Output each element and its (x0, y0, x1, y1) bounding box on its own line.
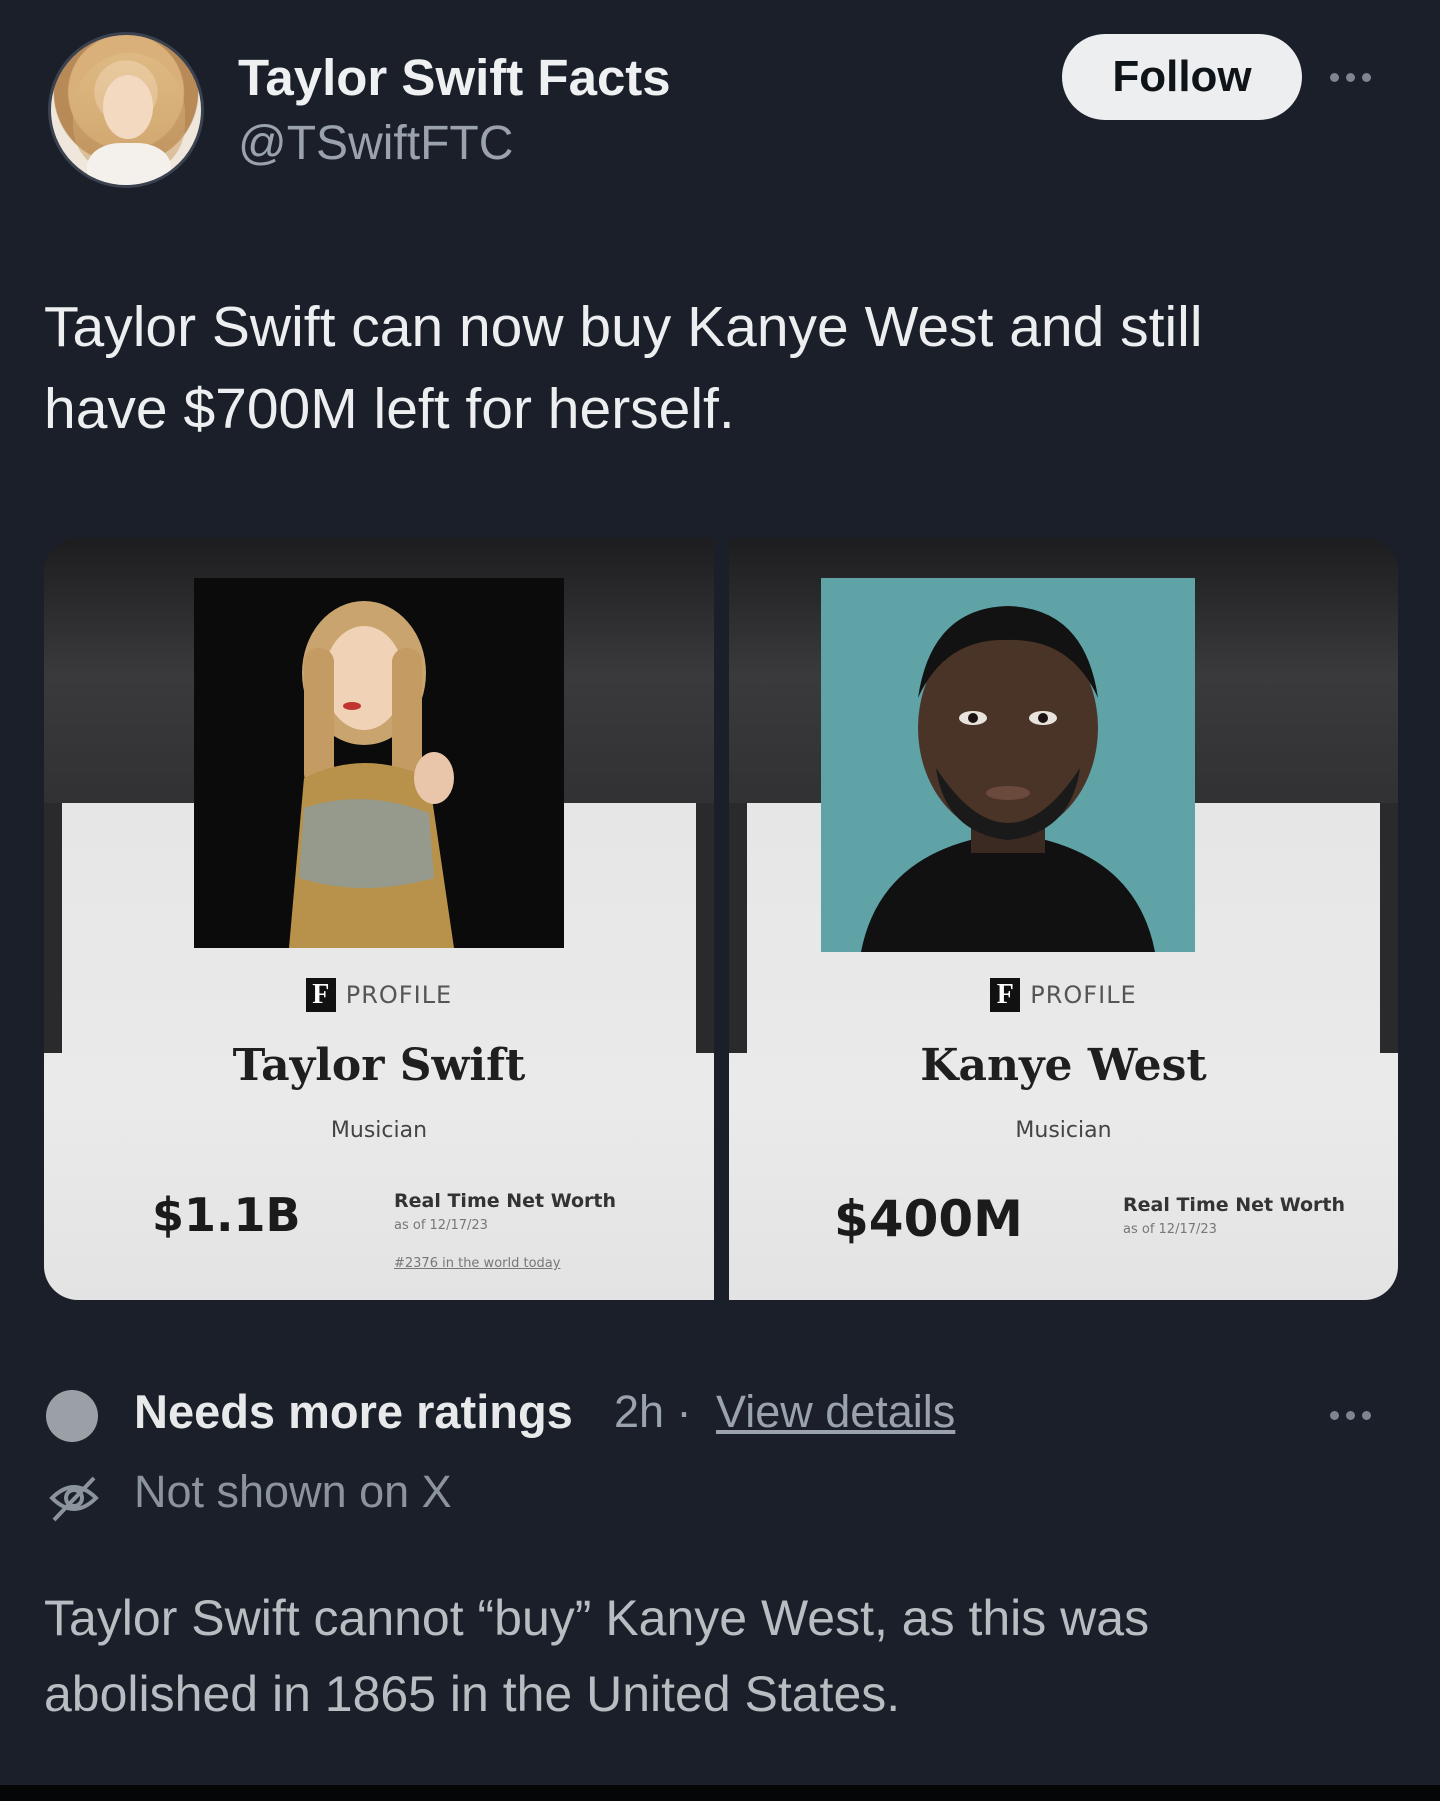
person-name: Taylor Swift (232, 1040, 526, 1091)
note-status: Needs more ratings (134, 1385, 573, 1438)
tweet-text-line: have $700M left for herself. (44, 377, 735, 441)
tweet-media[interactable]: F PROFILE Taylor Swift Musician $1.1B Re… (44, 538, 1398, 1300)
net-worth-value: $1.1B (152, 1188, 301, 1242)
view-details-link[interactable]: View details (716, 1386, 955, 1438)
more-icon[interactable] (1330, 62, 1394, 92)
bottom-edge (0, 1785, 1440, 1801)
profile-label: PROFILE (345, 981, 453, 1009)
tweet-text: Taylor Swift can now buy Kanye West and … (44, 286, 1384, 450)
visibility-text: Not shown on X (134, 1466, 452, 1517)
follow-button[interactable]: Follow (1062, 34, 1302, 120)
note-time: 2h · (614, 1386, 692, 1437)
occupation: Musician (330, 1118, 428, 1143)
profile-label: PROFILE (1030, 981, 1137, 1009)
profile-row: F PROFILE (44, 978, 714, 1012)
forbes-logo-icon: F (990, 978, 1021, 1012)
note-text-line: abolished in 1865 in the United States. (44, 1666, 901, 1722)
avatar-body (87, 143, 171, 185)
author-avatar[interactable] (48, 32, 204, 188)
profile-row: F PROFILE (729, 978, 1398, 1012)
net-worth-date: as of 12/17/23 (394, 1218, 488, 1233)
forbes-logo-icon: F (305, 978, 336, 1012)
kanye-west-photo (821, 578, 1195, 952)
hidden-eye-icon (46, 1470, 102, 1526)
status-dot-icon (46, 1390, 98, 1442)
avatar-face (103, 75, 153, 139)
community-note-text: Taylor Swift cannot “buy” Kanye West, as… (44, 1580, 1404, 1732)
tweet-text-line: Taylor Swift can now buy Kanye West and … (44, 295, 1203, 359)
forbes-card-taylor[interactable]: F PROFILE Taylor Swift Musician $1.1B Re… (44, 538, 714, 1300)
author-name[interactable]: Taylor Swift Facts (238, 48, 671, 107)
net-worth-value: $400M (834, 1190, 1023, 1248)
taylor-swift-photo (194, 578, 564, 948)
tweet-header: Taylor Swift Facts @TSwiftFTC Follow (0, 0, 1440, 220)
person-name: Kanye West (920, 1040, 1207, 1091)
net-worth-date: as of 12/17/23 (1123, 1222, 1217, 1237)
forbes-card-kanye[interactable]: F PROFILE Kanye West Musician $400M Real… (729, 538, 1398, 1300)
occupation: Musician (1015, 1118, 1112, 1143)
net-worth-label: Real Time Net Worth (394, 1190, 617, 1212)
net-worth-rank[interactable]: #2376 in the world today (394, 1256, 560, 1271)
net-worth-label: Real Time Net Worth (1123, 1194, 1346, 1216)
note-text-line: Taylor Swift cannot “buy” Kanye West, as… (44, 1590, 1150, 1646)
author-handle[interactable]: @TSwiftFTC (238, 116, 513, 171)
note-more-icon[interactable] (1330, 1400, 1394, 1430)
